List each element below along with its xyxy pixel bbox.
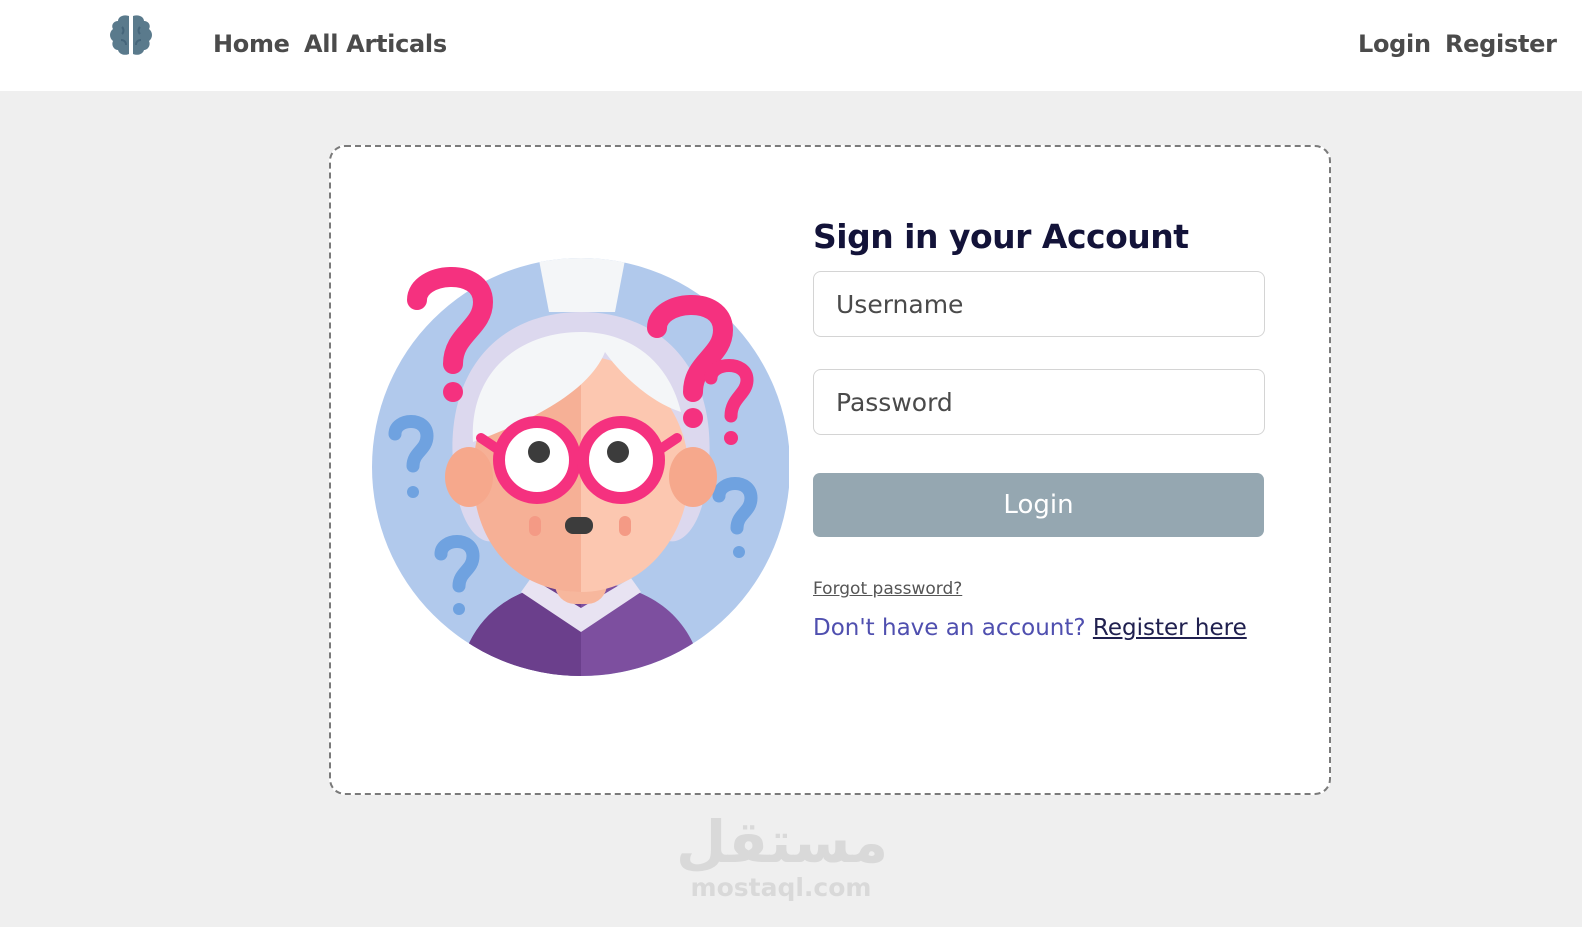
username-input[interactable] bbox=[813, 271, 1265, 337]
nav-register-link[interactable]: Register bbox=[1445, 30, 1557, 58]
password-input[interactable] bbox=[813, 369, 1265, 435]
nav-login-link[interactable]: Login bbox=[1358, 30, 1431, 58]
watermark-latin: mostaql.com bbox=[690, 873, 872, 902]
nav-all-articles-link[interactable]: All Articals bbox=[304, 30, 447, 58]
navbar: Home All Articals Login Register bbox=[0, 0, 1582, 91]
confused-grandma-illustration-icon bbox=[369, 252, 790, 677]
watermark-arabic: مستقل bbox=[676, 808, 889, 876]
register-here-link[interactable]: Register here bbox=[1093, 615, 1247, 641]
brain-logo-icon[interactable] bbox=[108, 12, 154, 58]
nav-home-link[interactable]: Home bbox=[213, 30, 290, 58]
forgot-password-link[interactable]: Forgot password? bbox=[813, 579, 962, 599]
login-card: Sign in your Account Login Forgot passwo… bbox=[329, 145, 1331, 795]
login-submit-button[interactable]: Login bbox=[813, 473, 1264, 537]
register-prompt: Don't have an account? Register here bbox=[813, 615, 1247, 641]
login-form-title: Sign in your Account bbox=[813, 217, 1189, 256]
no-account-text: Don't have an account? bbox=[813, 615, 1093, 641]
mostaql-watermark: مستقل mostaql.com bbox=[676, 808, 889, 902]
